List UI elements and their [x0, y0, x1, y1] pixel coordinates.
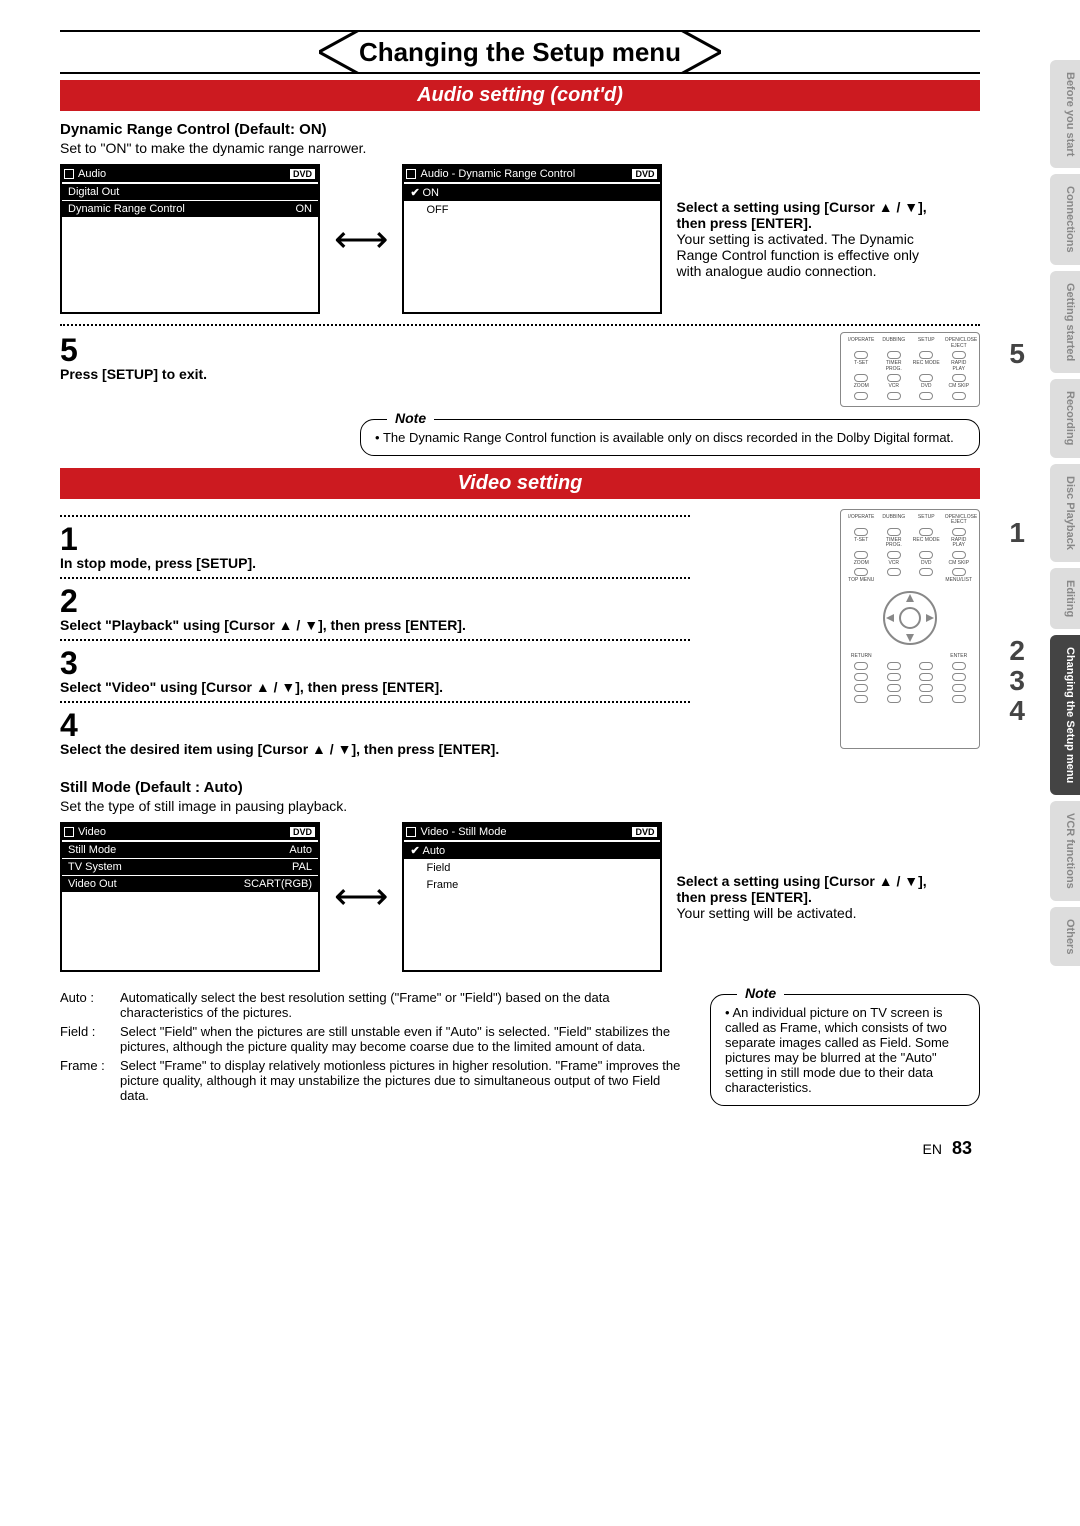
osd-option: OFF [404, 202, 660, 218]
page-title: Changing the Setup menu [359, 37, 681, 68]
osd-dvd-badge: DVD [289, 168, 316, 180]
remote-callout: 2 [1009, 636, 1025, 667]
page-footer: EN83 [60, 1138, 980, 1159]
note-2: Note An individual picture on TV screen … [710, 994, 980, 1106]
remote-callout: 4 [1009, 696, 1025, 727]
step-5: 5 Press [SETUP] to exit. [60, 334, 690, 382]
remote-callout: 3 [1009, 666, 1025, 697]
play-icon [64, 169, 74, 179]
still-heading: Still Mode (Default : Auto) [60, 779, 980, 796]
osd-drc-options: Audio - Dynamic Range Control DVD ✔ON OF… [402, 164, 662, 314]
osd-still-options: Video - Still Mode DVD ✔Auto Field Frame [402, 822, 662, 972]
osd-audio: Audio DVD Digital Out Dynamic Range Cont… [60, 164, 320, 314]
section-video: Video setting [60, 468, 980, 499]
note-1: Note The Dynamic Range Control function … [360, 419, 980, 456]
step-1: 1In stop mode, press [SETUP]. [60, 523, 690, 571]
drc-instruction: Select a setting using [Cursor ▲ / ▼], t… [676, 199, 936, 279]
osd-title-text: Audio [78, 168, 106, 180]
osd-video: Video DVD Still ModeAuto TV SystemPAL Vi… [60, 822, 320, 972]
osd-dvd-badge: DVD [631, 168, 658, 180]
osd-option: Field [404, 860, 660, 876]
still-body: Set the type of still image in pausing p… [60, 798, 980, 814]
chevron-right-icon [681, 30, 721, 74]
still-mode-definitions: Auto :Automatically select the best reso… [60, 990, 690, 1103]
osd-option: ✔ON [404, 184, 660, 201]
chevron-left-icon [319, 30, 359, 74]
still-instruction: Select a setting using [Cursor ▲ / ▼], t… [676, 873, 936, 921]
osd-item: TV SystemPAL [62, 859, 318, 875]
play-icon [406, 827, 416, 837]
osd-item: Dynamic Range ControlON [62, 201, 318, 217]
section-audio: Audio setting (cont'd) [60, 80, 980, 111]
play-icon [406, 169, 416, 179]
osd-item: Video OutSCART(RGB) [62, 876, 318, 892]
osd-title-text: Video - Still Mode [420, 826, 506, 838]
osd-dvd-badge: DVD [289, 826, 316, 838]
osd-item: Still ModeAuto [62, 842, 318, 858]
osd-title-text: Video [78, 826, 106, 838]
bidirectional-arrow-icon: ⟷ [334, 217, 388, 262]
osd-dvd-badge: DVD [631, 826, 658, 838]
drc-heading: Dynamic Range Control (Default: ON) [60, 121, 980, 138]
remote-callout: 5 [1009, 339, 1025, 370]
play-icon [64, 827, 74, 837]
remote-callout: 1 [1009, 518, 1025, 549]
drc-body: Set to "ON" to make the dynamic range na… [60, 140, 980, 156]
remote-diagram-top: I/OPERATEDUBBINGSETUPOPEN/CLOSE EJECT T-… [840, 332, 980, 407]
divider [60, 324, 980, 326]
step-4: 4Select the desired item using [Cursor ▲… [60, 709, 690, 757]
page-title-bar: Changing the Setup menu [60, 30, 980, 74]
osd-item: Digital Out [62, 184, 318, 200]
osd-option: Frame [404, 877, 660, 893]
osd-option: ✔Auto [404, 842, 660, 859]
step-2: 2Select "Playback" using [Cursor ▲ / ▼],… [60, 585, 690, 633]
bidirectional-arrow-icon: ⟷ [334, 874, 388, 919]
cursor-ring-icon [880, 588, 940, 648]
osd-title-text: Audio - Dynamic Range Control [420, 168, 575, 180]
remote-diagram-full: I/OPERATEDUBBINGSETUPOPEN/CLOSE EJECT T-… [840, 509, 980, 749]
step-3: 3Select "Video" using [Cursor ▲ / ▼], th… [60, 647, 690, 695]
